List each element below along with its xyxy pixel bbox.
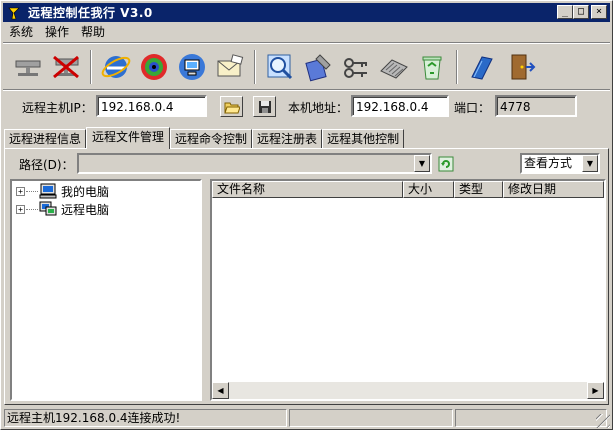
keyboard-icon[interactable] xyxy=(375,48,413,86)
toolbar-separator xyxy=(254,50,256,84)
menu-operate[interactable]: 操作 xyxy=(39,23,75,41)
column-header-filename[interactable]: 文件名称 xyxy=(212,181,403,198)
column-header-size[interactable]: 大小 xyxy=(403,181,454,198)
open-folder-button[interactable] xyxy=(220,96,243,117)
status-bar: 远程主机192.168.0.4连接成功! xyxy=(3,408,610,428)
exit-door-icon[interactable] xyxy=(501,48,539,86)
tools-icon[interactable] xyxy=(299,48,337,86)
view-mode-select[interactable]: 查看方式 ▼ xyxy=(520,153,600,174)
network-computer-icon[interactable] xyxy=(173,48,211,86)
remote-computer-icon xyxy=(39,201,57,216)
open-folder-icon xyxy=(223,102,240,113)
status-message: 远程主机192.168.0.4连接成功! xyxy=(4,409,287,427)
menu-system[interactable]: 系统 xyxy=(3,23,39,41)
tree-connector xyxy=(26,208,38,210)
title-bar[interactable]: 远程控制任我行 V3.0 _ □ × xyxy=(3,3,610,22)
tree-connector xyxy=(26,190,38,192)
mail-envelope-icon[interactable] xyxy=(211,48,249,86)
expand-plus-icon[interactable]: + xyxy=(16,186,25,196)
scroll-right-arrow-icon[interactable]: ▶ xyxy=(587,382,604,399)
disconnect-host-icon[interactable] xyxy=(47,48,85,86)
main-window: 远程控制任我行 V3.0 _ □ × 系统 操作 帮助 远程主机IP： 192.… xyxy=(0,0,613,430)
recycle-bin-icon[interactable] xyxy=(413,48,451,86)
tab-remote-command[interactable]: 远程命令控制 xyxy=(170,129,253,148)
app-icon xyxy=(6,5,22,21)
menu-help[interactable]: 帮助 xyxy=(75,23,111,41)
status-panel-2 xyxy=(289,409,453,427)
path-row: 路径(D)： ▼ 查看方式 ▼ xyxy=(9,153,605,175)
window-title: 远程控制任我行 V3.0 xyxy=(28,6,153,20)
maximize-button[interactable]: □ xyxy=(573,5,589,19)
toolbar-separator xyxy=(456,50,458,84)
path-label: 路径(D)： xyxy=(19,158,74,172)
help-book-icon[interactable] xyxy=(463,48,501,86)
folder-tree[interactable]: + 我的电脑 + 远程电脑 xyxy=(10,179,202,401)
path-value xyxy=(79,155,82,169)
magnifier-search-icon[interactable] xyxy=(261,48,299,86)
status-panel-3 xyxy=(455,409,607,427)
tree-item-my-computer[interactable]: + 我的电脑 xyxy=(16,182,109,200)
port-label: 端口： xyxy=(454,101,491,115)
scroll-left-arrow-icon[interactable]: ◀ xyxy=(212,382,229,399)
menu-bar: 系统 操作 帮助 xyxy=(3,23,610,41)
tab-remote-file-manager[interactable]: 远程文件管理 xyxy=(86,127,171,149)
port-input[interactable]: 4778 xyxy=(495,95,577,117)
horizontal-scrollbar[interactable]: ◀ ▶ xyxy=(212,382,604,399)
remote-ip-input[interactable]: 192.168.0.4 xyxy=(96,95,207,117)
tree-label-remote-computer: 远程电脑 xyxy=(61,202,110,217)
keys-icon[interactable] xyxy=(337,48,375,86)
column-header-type[interactable]: 类型 xyxy=(454,181,503,198)
column-header-modified-date[interactable]: 修改日期 xyxy=(503,181,604,198)
tree-item-remote-computer[interactable]: + 远程电脑 xyxy=(16,200,109,218)
file-list-header: 文件名称 大小 类型 修改日期 xyxy=(212,181,604,198)
my-computer-icon xyxy=(39,183,57,199)
toolbar-divider xyxy=(3,89,610,91)
tab-strip: 远程进程信息 远程文件管理 远程命令控制 远程注册表 远程其他控制 xyxy=(4,127,405,149)
internet-explorer-icon[interactable] xyxy=(97,48,135,86)
expand-plus-icon[interactable]: + xyxy=(16,204,25,214)
minimize-button[interactable]: _ xyxy=(557,5,573,19)
tree-label-my-computer: 我的电脑 xyxy=(61,184,110,199)
tab-remote-process[interactable]: 远程进程信息 xyxy=(4,129,87,148)
save-button[interactable] xyxy=(253,96,276,117)
local-address-input[interactable]: 192.168.0.4 xyxy=(351,95,449,117)
refresh-icon[interactable] xyxy=(438,156,454,172)
path-combo[interactable]: ▼ xyxy=(77,153,432,174)
resize-grip-icon[interactable] xyxy=(596,414,610,428)
view-mode-value: 查看方式 xyxy=(524,156,573,170)
tab-remote-other[interactable]: 远程其他控制 xyxy=(322,129,405,148)
path-dropdown-arrow-icon[interactable]: ▼ xyxy=(414,155,430,172)
file-list[interactable]: 文件名称 大小 类型 修改日期 ◀ ▶ xyxy=(210,179,606,401)
local-address-label: 本机地址： xyxy=(288,101,349,115)
remote-ip-label: 远程主机IP： xyxy=(22,101,93,115)
close-button[interactable]: × xyxy=(591,5,607,19)
toolbar xyxy=(9,47,539,87)
tab-remote-registry[interactable]: 远程注册表 xyxy=(252,129,323,148)
eye-monitor-icon[interactable] xyxy=(135,48,173,86)
floppy-save-icon xyxy=(258,100,271,113)
address-bar: 远程主机IP： 192.168.0.4 本机地址： 192.168.0.4 端口… xyxy=(13,95,603,119)
toolbar-separator xyxy=(90,50,92,84)
connect-host-icon[interactable] xyxy=(9,48,47,86)
menu-divider xyxy=(3,42,610,44)
view-mode-dropdown-arrow-icon[interactable]: ▼ xyxy=(582,155,598,172)
